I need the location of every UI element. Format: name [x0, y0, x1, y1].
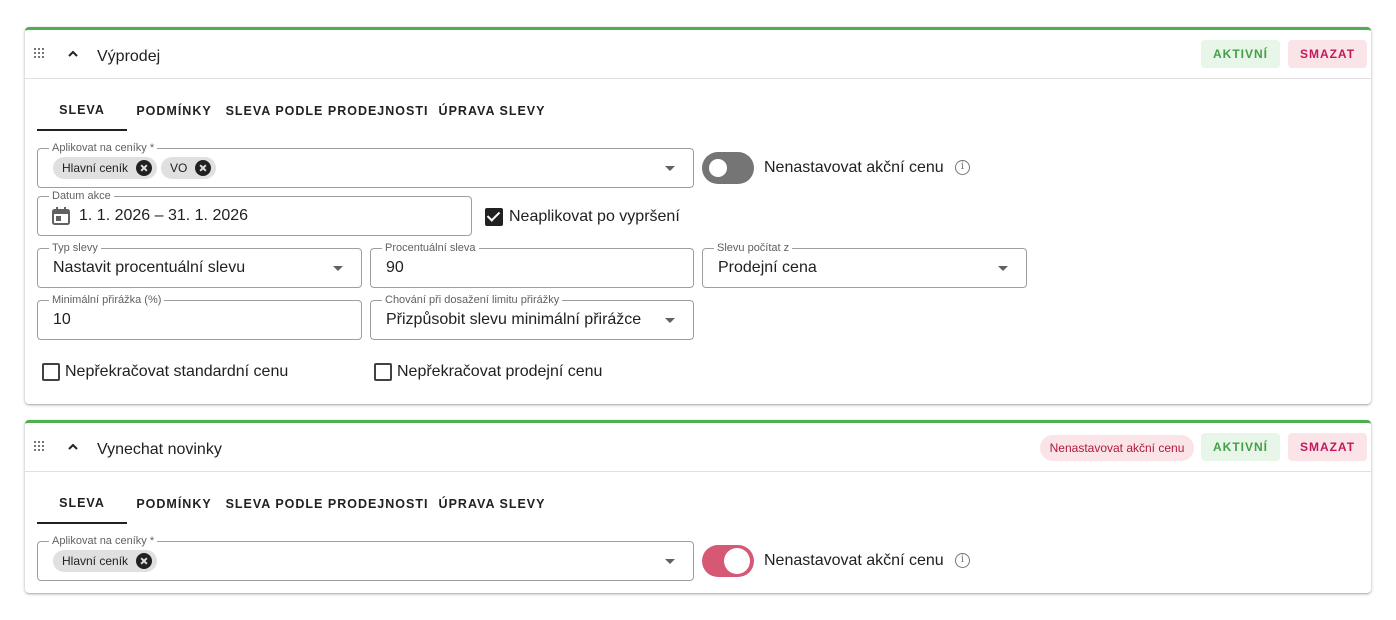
- discount-type-select[interactable]: Typ slevy Nastavit procentuální slevu: [37, 241, 362, 288]
- tab-uprava-slevy[interactable]: ÚPRAVA SLEVY: [439, 91, 545, 131]
- info-icon[interactable]: i: [955, 160, 970, 175]
- chevron-up-icon[interactable]: [66, 49, 80, 59]
- tab-sleva-podle-prodejnosti[interactable]: SLEVA PODLE PRODEJNOSTI: [226, 484, 428, 524]
- field-label: Minimální přirážka (%): [49, 293, 165, 307]
- no-apply-after-expiry-checkbox[interactable]: [485, 208, 503, 226]
- dropdown-arrow-icon[interactable]: [998, 266, 1008, 271]
- input-value: 90: [386, 259, 404, 276]
- card-header[interactable]: Vynechat novinky Nenastavovat akční cenu…: [25, 423, 1371, 472]
- drag-handle-icon[interactable]: [34, 441, 44, 451]
- tab-sleva-podle-prodejnosti[interactable]: SLEVA PODLE PRODEJNOSTI: [226, 91, 428, 131]
- date-range-value: 1. 1. 2026 – 31. 1. 2026: [79, 207, 249, 224]
- discount-card-vyprodej: Výprodej AKTIVNÍ SMAZAT SLEVA PODMÍNKY S…: [25, 27, 1371, 404]
- card-header[interactable]: Výprodej AKTIVNÍ SMAZAT: [25, 30, 1371, 79]
- status-badge: Nenastavovat akční cenu: [1040, 435, 1194, 461]
- dropdown-arrow-icon[interactable]: [333, 266, 343, 271]
- toggle-knob: [724, 548, 750, 574]
- calc-from-select[interactable]: Slevu počítat z Prodejní cena: [702, 241, 1027, 288]
- no-promo-price-toggle[interactable]: [702, 545, 754, 577]
- select-value: Prodejní cena: [718, 259, 817, 276]
- tab-uprava-slevy[interactable]: ÚPRAVA SLEVY: [439, 484, 545, 524]
- tab-sleva[interactable]: SLEVA: [37, 91, 127, 131]
- no-promo-price-toggle[interactable]: [702, 152, 754, 184]
- field-label: Aplikovat na ceníky *: [49, 141, 158, 155]
- calendar-icon[interactable]: [52, 207, 70, 225]
- percent-discount-input[interactable]: Procentuální sleva 90: [370, 241, 694, 288]
- checkbox-label: Nepřekračovat prodejní cenu: [397, 363, 603, 380]
- no-exceed-standard-checkbox[interactable]: [42, 363, 60, 381]
- field-label: Aplikovat na ceníky *: [49, 534, 158, 548]
- field-label: Typ slevy: [49, 241, 101, 255]
- field-label: Procentuální sleva: [382, 241, 479, 255]
- limit-behavior-select[interactable]: Chování při dosažení limitu přirážky Při…: [370, 293, 694, 340]
- date-range-input[interactable]: Datum akce 1. 1. 2026 – 31. 1. 2026: [37, 189, 472, 236]
- toggle-label: Nenastavovat akční cenu: [764, 552, 944, 569]
- delete-button[interactable]: SMAZAT: [1288, 433, 1367, 461]
- pricelist-select[interactable]: Aplikovat na ceníky * Hlavní ceník VO: [37, 141, 694, 188]
- drag-handle-icon[interactable]: [34, 48, 44, 58]
- tab-podminky[interactable]: PODMÍNKY: [135, 484, 213, 524]
- discount-card-vynechat-novinky: Vynechat novinky Nenastavovat akční cenu…: [25, 420, 1371, 593]
- dropdown-arrow-icon[interactable]: [665, 318, 675, 323]
- dropdown-arrow-icon[interactable]: [665, 166, 675, 171]
- min-markup-input[interactable]: Minimální přirážka (%) 10: [37, 293, 362, 340]
- remove-chip-icon[interactable]: [195, 160, 211, 176]
- select-value: Přizpůsobit slevu minimální přirážce: [386, 311, 642, 328]
- active-button[interactable]: AKTIVNÍ: [1201, 433, 1280, 461]
- no-exceed-sale-checkbox[interactable]: [374, 363, 392, 381]
- toggle-label: Nenastavovat akční cenu: [764, 159, 944, 176]
- field-label: Datum akce: [49, 189, 114, 203]
- dropdown-arrow-icon[interactable]: [665, 559, 675, 564]
- delete-button[interactable]: SMAZAT: [1288, 40, 1367, 68]
- chip-vo: VO: [161, 157, 216, 179]
- toggle-knob: [709, 159, 727, 177]
- checkbox-label: Nepřekračovat standardní cenu: [65, 363, 289, 380]
- info-icon[interactable]: i: [955, 553, 970, 568]
- select-value: Nastavit procentuální slevu: [53, 259, 246, 276]
- remove-chip-icon[interactable]: [136, 553, 152, 569]
- remove-chip-icon[interactable]: [136, 160, 152, 176]
- pricelist-select[interactable]: Aplikovat na ceníky * Hlavní ceník: [37, 534, 694, 581]
- card-title: Výprodej: [97, 48, 161, 65]
- input-value: 10: [53, 311, 71, 328]
- card-title: Vynechat novinky: [97, 441, 222, 458]
- tab-sleva[interactable]: SLEVA: [37, 484, 127, 524]
- active-button[interactable]: AKTIVNÍ: [1201, 40, 1280, 68]
- field-label: Slevu počítat z: [714, 241, 793, 255]
- checkbox-label: Neaplikovat po vypršení: [509, 208, 680, 225]
- field-label: Chování při dosažení limitu přirážky: [382, 293, 563, 307]
- chevron-up-icon[interactable]: [66, 442, 80, 452]
- chip-hlavni-cenik: Hlavní ceník: [53, 157, 157, 179]
- chip-hlavni-cenik: Hlavní ceník: [53, 550, 157, 572]
- tab-podminky[interactable]: PODMÍNKY: [135, 91, 213, 131]
